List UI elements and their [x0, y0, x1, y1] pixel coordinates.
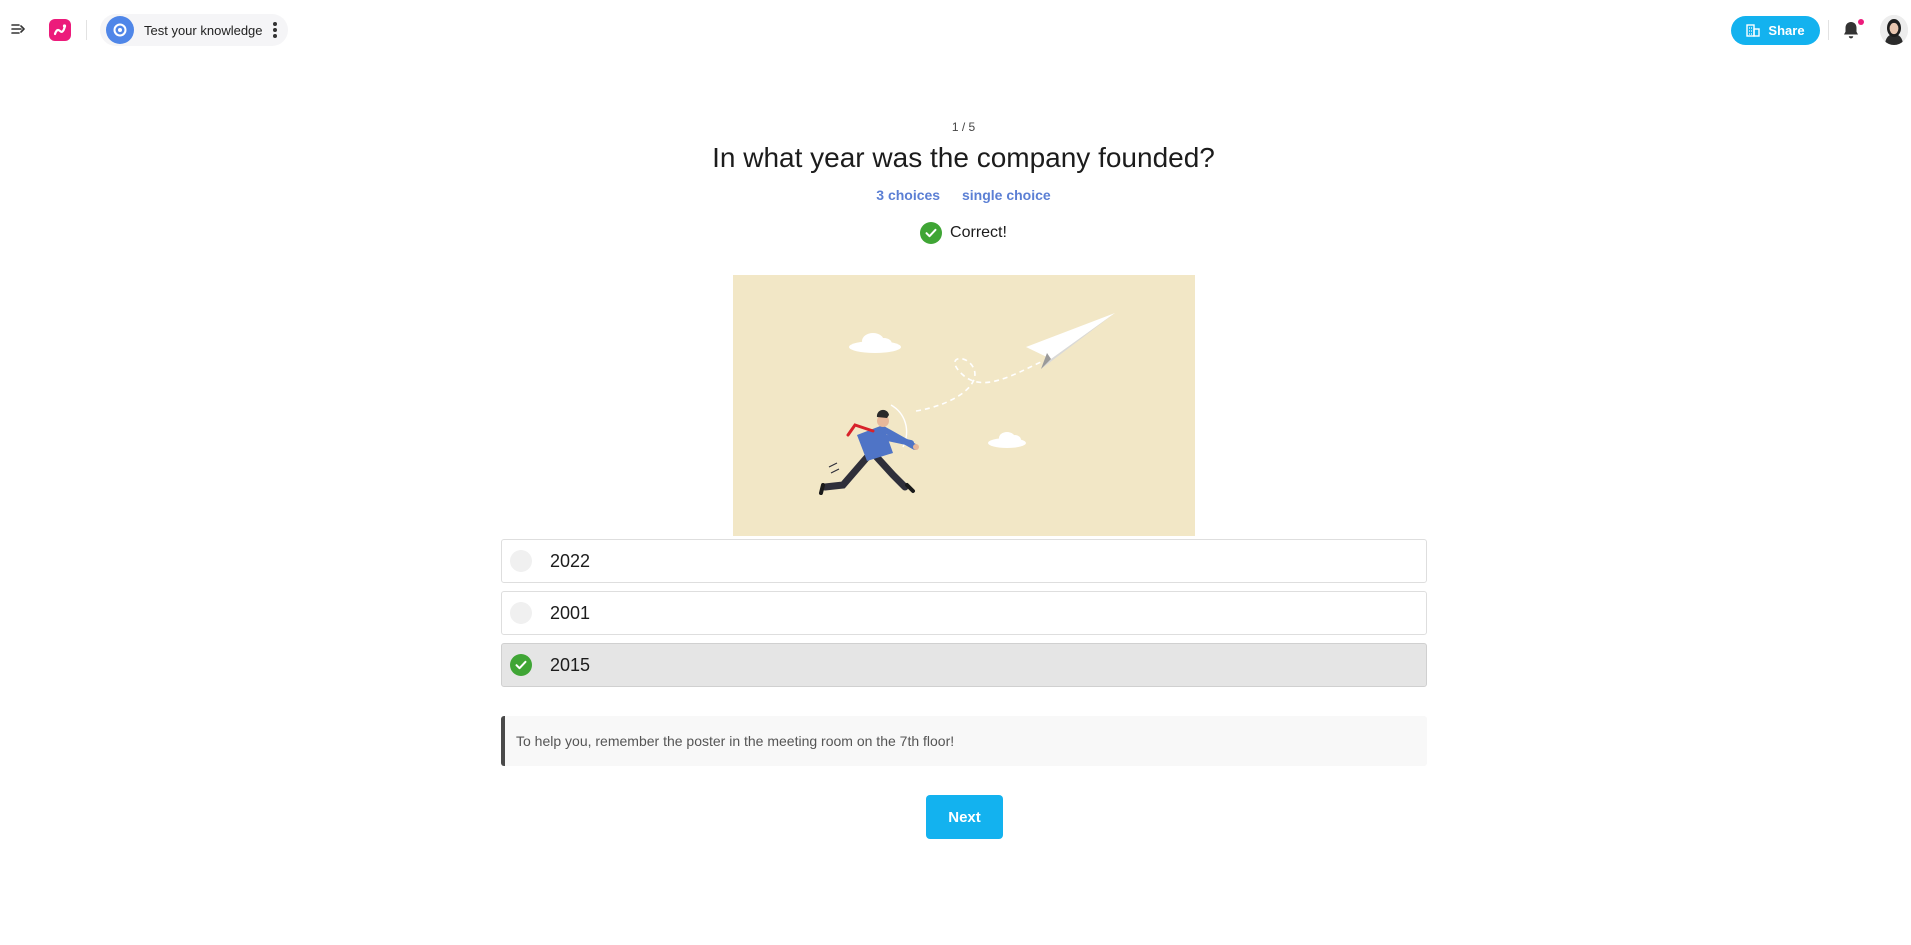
- quiz-title: Test your knowledge: [144, 22, 263, 38]
- choice-type: single choice: [962, 187, 1051, 203]
- check-icon: [920, 222, 943, 244]
- choice-label: 2022: [550, 550, 591, 571]
- question-meta: 3 choices single choice: [0, 187, 1911, 203]
- divider: [1828, 20, 1829, 40]
- next-button[interactable]: Next: [926, 795, 1003, 839]
- app-logo-icon[interactable]: [49, 19, 71, 41]
- question-illustration: [733, 275, 1195, 536]
- answer-feedback: Correct!: [0, 222, 1911, 244]
- check-icon[interactable]: [510, 654, 532, 676]
- notification-badge: [1858, 19, 1864, 25]
- quiz-title-pill[interactable]: Test your knowledge: [100, 14, 288, 46]
- more-vertical-icon[interactable]: [272, 22, 278, 38]
- question-title: In what year was the company founded?: [712, 142, 1215, 173]
- next-label: Next: [948, 808, 981, 826]
- feedback-text: Correct!: [950, 224, 1007, 241]
- building-icon: [1746, 24, 1761, 37]
- share-button[interactable]: Share: [1731, 16, 1820, 45]
- choice-option[interactable]: 2022: [501, 539, 1427, 583]
- share-label: Share: [1768, 23, 1805, 38]
- hint-text: To help you, remember the poster in the …: [516, 733, 955, 749]
- divider: [86, 20, 87, 40]
- choice-label: 2015: [550, 654, 591, 675]
- top-bar: Test your knowledge Share: [0, 0, 1911, 60]
- choice-label: 2001: [550, 602, 591, 623]
- question-counter: 1 / 5: [951, 120, 976, 134]
- choice-option[interactable]: 2001: [501, 591, 1427, 635]
- quiz-target-icon: [106, 16, 134, 44]
- choice-list: 2022 2001 2015: [501, 539, 1427, 695]
- menu-collapse-icon[interactable]: [6, 16, 30, 42]
- choices-count: 3 choices: [876, 187, 941, 203]
- user-avatar[interactable]: [1880, 15, 1908, 45]
- choice-option-selected[interactable]: 2015: [501, 643, 1427, 687]
- hint-box: To help you, remember the poster in the …: [501, 716, 1427, 766]
- radio-button[interactable]: [510, 550, 532, 572]
- radio-button[interactable]: [510, 602, 532, 624]
